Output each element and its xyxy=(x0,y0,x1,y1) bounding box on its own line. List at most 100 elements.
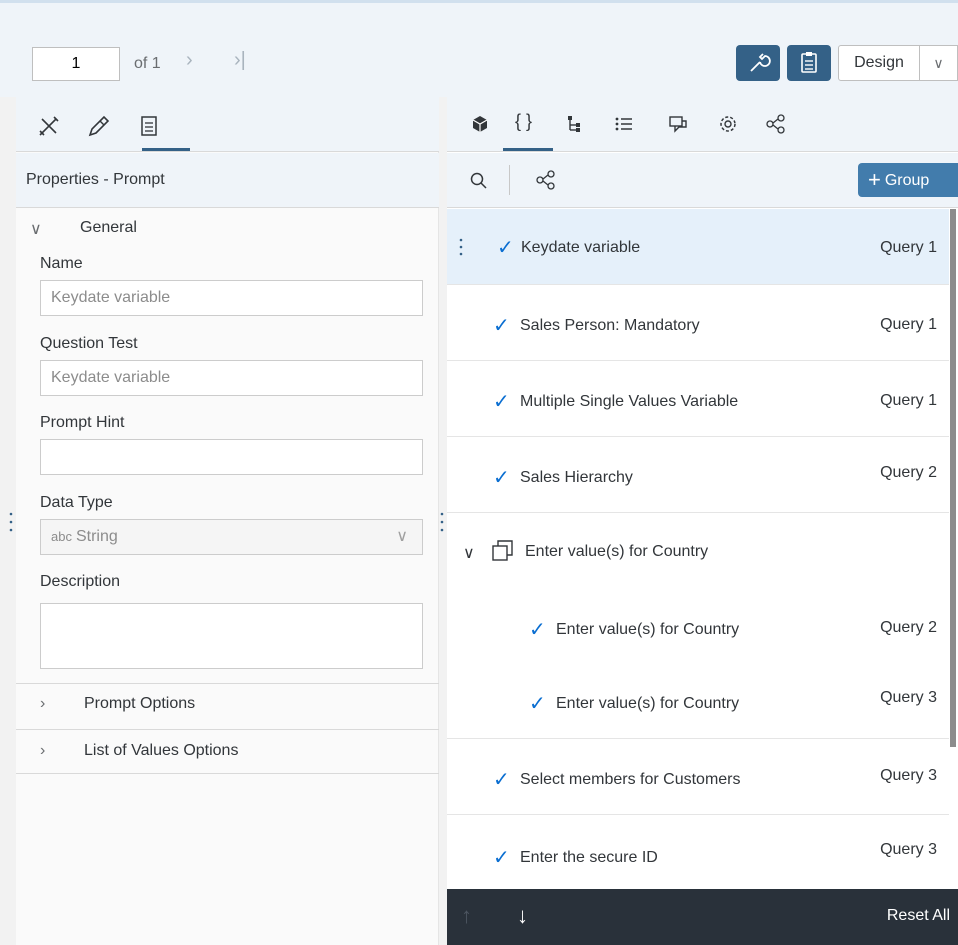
gear-icon[interactable] xyxy=(717,113,739,135)
divider xyxy=(16,773,439,774)
data-type-value: String xyxy=(75,528,118,545)
share-icon[interactable] xyxy=(765,113,787,135)
chevron-down-icon[interactable]: ∨ xyxy=(463,543,475,563)
abc-icon: abc xyxy=(51,529,72,544)
check-icon: ✓ xyxy=(493,769,510,791)
list-item[interactable]: ✓ Select members for Customers Query 3 xyxy=(447,739,949,815)
add-group-button[interactable]: + Group xyxy=(858,163,958,197)
list-item[interactable]: ✓ Enter value(s) for Country Query 3 xyxy=(447,665,949,739)
check-icon: ✓ xyxy=(493,847,510,869)
name-field[interactable]: Keydate variable xyxy=(40,280,423,316)
list-item[interactable]: ✓ Enter the secure ID Query 3 xyxy=(447,815,949,887)
last-page-icon[interactable]: ›| xyxy=(234,49,246,72)
query-label: Query 3 xyxy=(880,841,937,858)
query-label: Query 1 xyxy=(880,392,937,409)
chevron-right-icon[interactable]: › xyxy=(40,695,45,713)
design-mode-dropdown[interactable]: ∨ xyxy=(919,45,958,81)
tools-icon[interactable] xyxy=(36,113,62,139)
divider xyxy=(509,165,510,195)
share-icon[interactable] xyxy=(535,169,557,191)
prompt-label: Sales Person: Mandatory xyxy=(520,317,700,334)
design-mode-button[interactable]: Design xyxy=(838,45,920,81)
description-label: Description xyxy=(40,573,121,590)
page-count-label: of 1 xyxy=(134,55,161,72)
reset-all-button[interactable]: Reset All xyxy=(887,907,950,925)
group-label: Group xyxy=(884,172,930,189)
list-item[interactable]: ✓ Sales Person: Mandatory Query 1 xyxy=(447,285,949,361)
resize-handle[interactable] xyxy=(9,510,13,534)
query-label: Query 2 xyxy=(880,464,937,481)
list-item[interactable]: ✓ Sales Hierarchy Query 2 xyxy=(447,437,949,513)
properties-tab-bar xyxy=(16,97,439,152)
divider xyxy=(16,683,439,684)
prompts-toolbar: + Group xyxy=(447,153,958,208)
chevron-down-icon: ∨ xyxy=(396,528,408,545)
prompt-label: Enter the secure ID xyxy=(520,849,658,866)
drag-handle-icon[interactable] xyxy=(459,237,463,257)
scrollbar[interactable] xyxy=(950,209,956,747)
chevron-right-icon[interactable]: › xyxy=(40,742,45,760)
resize-handle[interactable] xyxy=(440,510,444,534)
check-icon: ✓ xyxy=(493,391,510,413)
prompt-label: Sales Hierarchy xyxy=(520,469,633,486)
description-textarea[interactable] xyxy=(40,603,423,669)
braces-icon[interactable]: { } xyxy=(515,111,532,132)
query-label: Query 2 xyxy=(880,619,937,636)
move-down-icon[interactable]: ↓ xyxy=(517,903,528,929)
wrench-button[interactable] xyxy=(736,45,780,81)
query-label: Query 3 xyxy=(880,767,937,784)
page-number-input[interactable]: 1 xyxy=(32,47,120,81)
list-icon[interactable] xyxy=(613,113,635,135)
next-page-icon[interactable]: › xyxy=(186,49,193,72)
properties-title: Properties - Prompt xyxy=(16,153,439,208)
chevron-down-icon: ∨ xyxy=(933,55,944,71)
prompt-label: Select members for Customers xyxy=(520,771,741,788)
merge-icon xyxy=(492,540,513,561)
plus-icon: + xyxy=(868,167,881,192)
general-section-header[interactable]: General xyxy=(80,219,137,237)
check-icon: ✓ xyxy=(529,619,546,641)
clipboard-icon xyxy=(801,52,817,73)
lov-options-section[interactable]: List of Values Options xyxy=(84,742,238,760)
properties-panel: Properties - Prompt ∨ General Name Keyda… xyxy=(16,97,439,945)
hierarchy-icon[interactable] xyxy=(565,113,587,135)
question-text-label: Question Test xyxy=(40,335,138,352)
group-label: Enter value(s) for Country xyxy=(525,543,709,560)
prompts-panel: { } + Group ✓ Keydate variable Query 1 ✓… xyxy=(447,97,958,945)
search-icon[interactable] xyxy=(469,171,489,191)
format-icon[interactable] xyxy=(86,113,112,139)
question-text-field[interactable]: Keydate variable xyxy=(40,360,423,396)
divider xyxy=(16,729,439,730)
check-icon: ✓ xyxy=(493,315,510,337)
chevron-down-icon[interactable]: ∨ xyxy=(30,219,42,239)
prompt-label: Enter value(s) for Country xyxy=(556,695,740,712)
list-item[interactable]: ✓ Keydate variable Query 1 xyxy=(447,209,949,285)
data-type-select[interactable]: abc String ∨ xyxy=(40,519,423,555)
query-label: Query 3 xyxy=(880,689,937,706)
active-tab-indicator xyxy=(503,148,553,151)
active-tab-indicator xyxy=(142,148,190,151)
move-up-icon[interactable]: ↑ xyxy=(461,903,472,929)
query-label: Query 1 xyxy=(880,239,937,256)
prompt-label: Enter value(s) for Country xyxy=(556,621,740,638)
top-toolbar: 1 of 1 › ›| Design ∨ xyxy=(0,0,958,97)
chat-icon[interactable] xyxy=(667,113,689,135)
query-label: Query 1 xyxy=(880,316,937,333)
check-icon: ✓ xyxy=(493,467,510,489)
list-item[interactable]: ✓ Multiple Single Values Variable Query … xyxy=(447,361,949,437)
data-type-label: Data Type xyxy=(40,494,113,511)
prompt-options-section[interactable]: Prompt Options xyxy=(84,695,195,713)
cube-icon[interactable] xyxy=(469,113,491,135)
bottom-action-bar: ↑ ↓ Reset All xyxy=(447,889,958,945)
wrench-icon xyxy=(750,53,771,72)
prompt-label: Keydate variable xyxy=(521,239,641,256)
list-item[interactable]: ✓ Enter value(s) for Country Query 2 xyxy=(447,589,949,665)
prompt-label: Multiple Single Values Variable xyxy=(520,393,739,410)
clipboard-button[interactable] xyxy=(787,45,831,81)
side-tab-bar: { } xyxy=(447,97,958,152)
check-icon: ✓ xyxy=(497,237,514,259)
merged-prompt-group[interactable]: ∨ Enter value(s) for Country ✓ Enter val… xyxy=(447,513,949,739)
name-label: Name xyxy=(40,255,83,272)
prompt-hint-field[interactable] xyxy=(40,439,423,475)
clipboard-icon[interactable] xyxy=(136,113,162,139)
